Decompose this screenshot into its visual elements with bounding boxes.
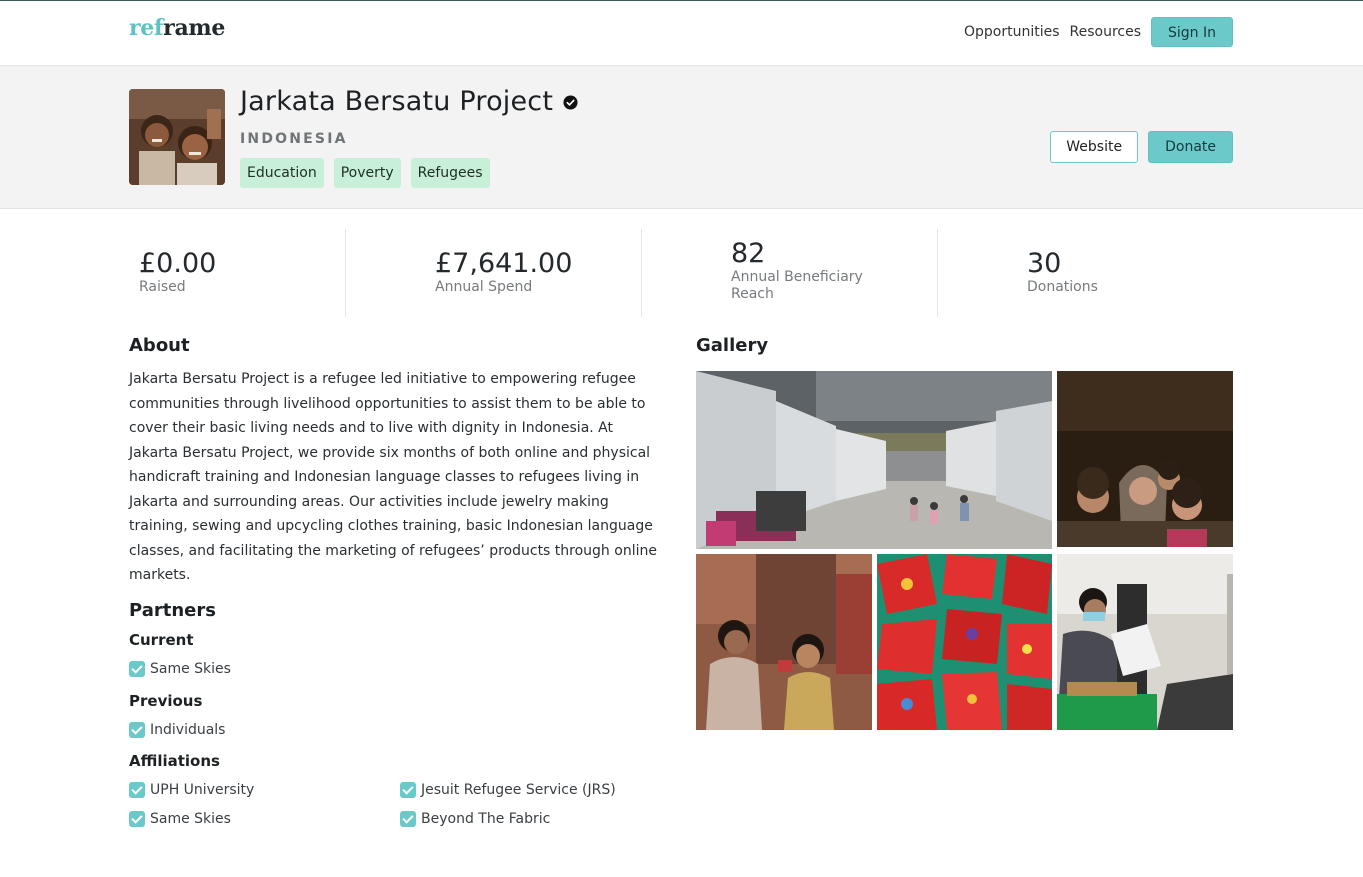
reframe-logo[interactable]: reframe (129, 15, 225, 41)
affiliation-item: UPH University (129, 780, 400, 800)
affiliation-item: Same Skies (129, 809, 400, 829)
stats-row: £0.00 Raised £7,641.00 Annual Spend 82 A… (129, 229, 1233, 317)
gallery-image-family[interactable] (1057, 371, 1233, 547)
affiliation-item: Jesuit Refugee Service (JRS) (400, 780, 660, 800)
donate-button[interactable]: Donate (1148, 131, 1233, 163)
affiliations-list: UPH University Jesuit Refugee Service (J… (129, 780, 664, 829)
stat-value: 82 (731, 238, 766, 269)
affiliation-name: Jesuit Refugee Service (JRS) (421, 781, 616, 798)
org-country: INDONESIA (240, 131, 348, 147)
stat-donations: 30 Donations (938, 229, 1233, 317)
gallery-image-gift-bags[interactable] (877, 554, 1052, 730)
cause-tags: Education Poverty Refugees (240, 158, 500, 188)
check-icon (400, 781, 416, 798)
partner-item: Individuals (129, 720, 664, 740)
gallery-grid (696, 371, 1233, 730)
org-avatar (129, 89, 225, 185)
partners-heading: Partners (129, 599, 216, 621)
partner-name: Same Skies (150, 660, 231, 677)
sign-in-button[interactable]: Sign In (1151, 17, 1233, 47)
stat-value: £7,641.00 (435, 248, 573, 279)
affiliations-heading: Affiliations (129, 751, 220, 770)
affiliation-item: Beyond The Fabric (400, 809, 660, 829)
tag-education[interactable]: Education (240, 158, 324, 188)
check-icon (400, 810, 416, 827)
stat-value: £0.00 (139, 248, 217, 279)
stat-raised: £0.00 Raised (129, 229, 346, 317)
stat-label: Raised (139, 279, 186, 295)
gallery-heading: Gallery (696, 335, 769, 356)
nav-resources-link[interactable]: Resources (1070, 17, 1142, 47)
check-icon (129, 810, 145, 827)
check-icon (129, 660, 145, 677)
check-icon (129, 721, 145, 738)
gallery-image-women[interactable] (696, 554, 872, 730)
nav-opportunities-link[interactable]: Opportunities (964, 17, 1060, 47)
partner-name: Individuals (150, 721, 226, 738)
about-text: Jakarta Bersatu Project is a refugee led… (129, 371, 657, 583)
verified-badge-icon (563, 95, 578, 110)
tag-refugees[interactable]: Refugees (410, 158, 490, 188)
previous-partners-heading: Previous (129, 691, 203, 710)
org-title-row: Jarkata Bersatu Project (240, 86, 578, 117)
org-actions: Website Donate (1050, 131, 1233, 163)
org-name: Jarkata Bersatu Project (240, 86, 554, 117)
main-nav: Opportunities Resources Sign In (964, 17, 1233, 47)
check-icon (129, 781, 145, 798)
partner-item: Same Skies (129, 659, 664, 679)
affiliation-name: Same Skies (150, 810, 231, 827)
org-header: Jarkata Bersatu Project INDONESIA Educat… (0, 65, 1363, 209)
gallery-image-refugee-camp[interactable] (696, 371, 1052, 549)
stat-label: Annual Beneficiary Reach (731, 269, 863, 302)
website-button[interactable]: Website (1050, 131, 1139, 163)
about-section: About Jakarta Bersatu Project is a refug… (129, 335, 664, 829)
stat-label: Donations (1027, 279, 1098, 295)
about-heading: About (129, 335, 190, 356)
stat-label: Annual Spend (435, 279, 533, 295)
affiliation-name: UPH University (150, 781, 255, 798)
current-partners-heading: Current (129, 630, 194, 649)
stat-annual-spend: £7,641.00 Annual Spend (346, 229, 642, 317)
top-navbar: reframe Opportunities Resources Sign In (0, 1, 1363, 65)
tag-poverty[interactable]: Poverty (333, 158, 401, 188)
stat-value: 30 (1027, 248, 1062, 279)
stat-beneficiary-reach: 82 Annual Beneficiary Reach (642, 229, 938, 317)
affiliation-name: Beyond The Fabric (421, 810, 551, 827)
gallery-image-sewing[interactable] (1057, 554, 1233, 730)
